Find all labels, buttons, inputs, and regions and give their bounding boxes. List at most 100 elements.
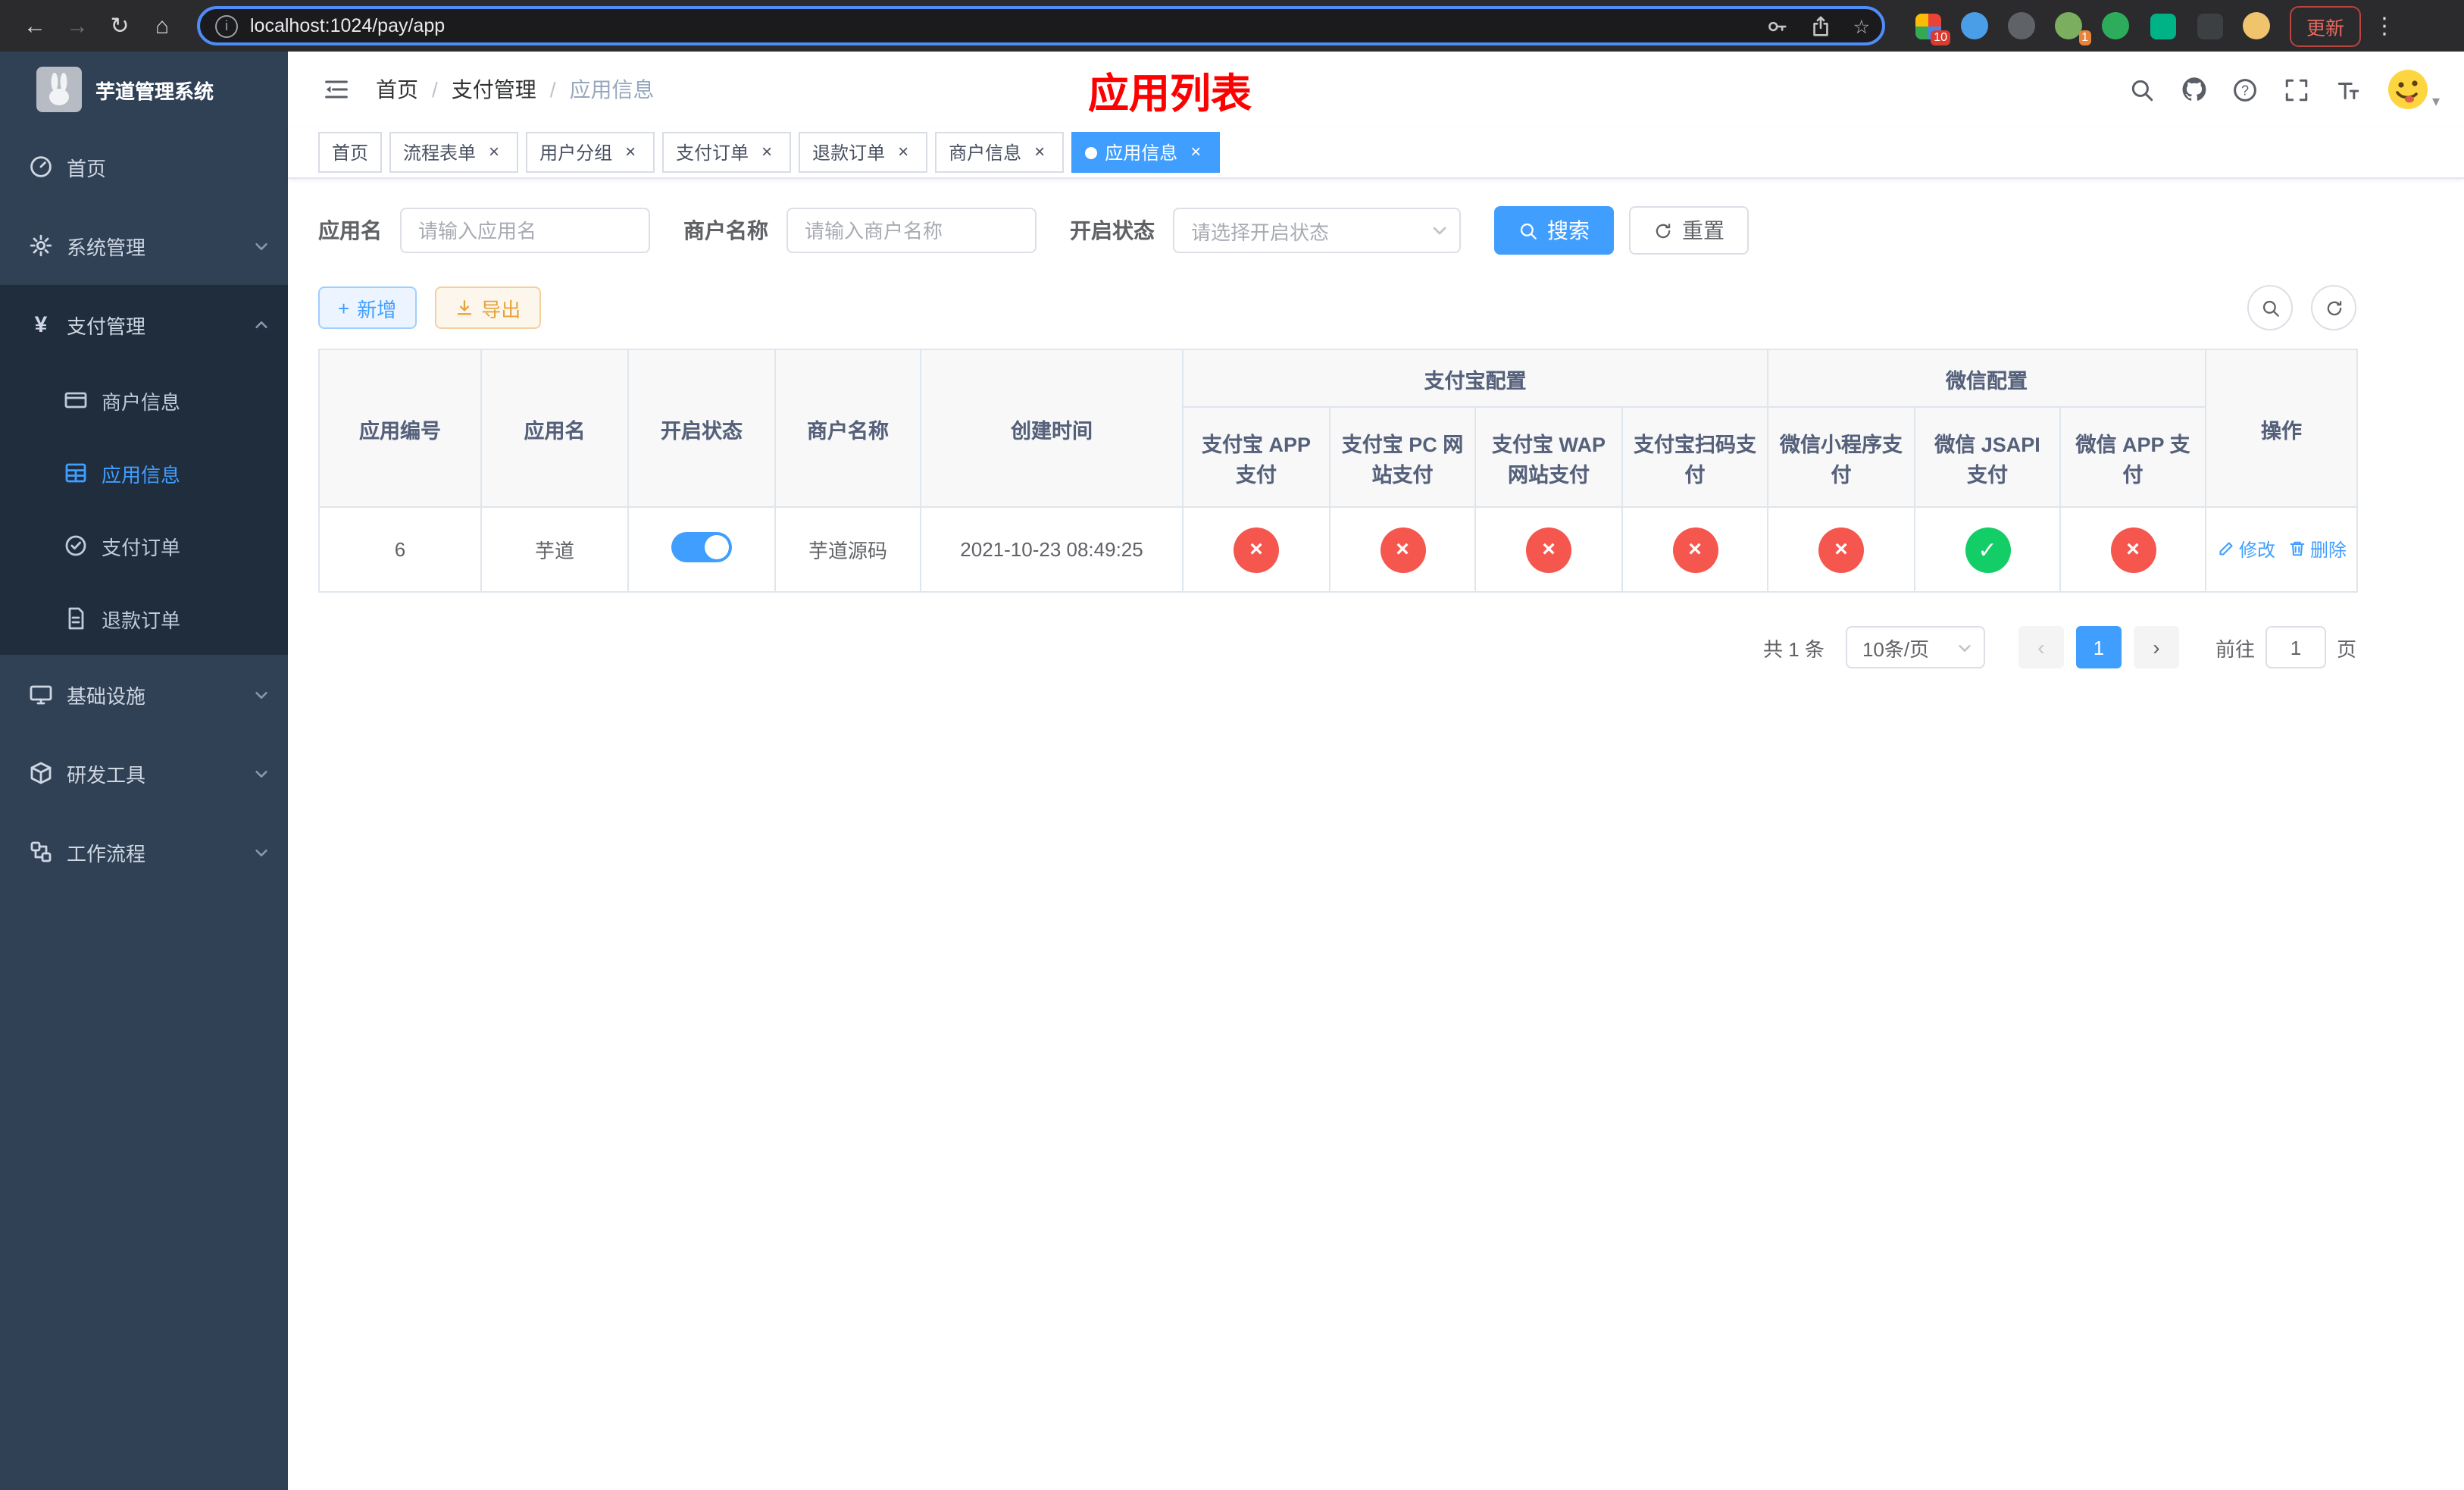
- grid-icon: [64, 461, 88, 485]
- font-size-icon[interactable]: [2335, 76, 2362, 103]
- group-alipay-config: 支付宝配置: [1182, 349, 1768, 408]
- alipay-pc-disabled-icon: ×: [1380, 527, 1425, 572]
- cell-created: 2021-10-23 08:49:25: [920, 506, 1184, 593]
- page-title: 应用列表: [1088, 70, 1252, 116]
- tab-app-info[interactable]: 应用信息 ×: [1071, 132, 1221, 173]
- col-alipay-pc: 支付宝 PC 网站支付: [1329, 406, 1476, 508]
- col-merchant: 商户名称: [774, 349, 921, 508]
- card-icon: [64, 388, 88, 412]
- status-select-input[interactable]: [1173, 208, 1461, 253]
- delete-link[interactable]: 删除: [2287, 537, 2347, 562]
- sidebar-item-dev-tools[interactable]: 研发工具: [0, 734, 288, 812]
- tab-payment-orders[interactable]: 支付订单 ×: [662, 132, 792, 173]
- help-icon[interactable]: ?: [2232, 76, 2259, 103]
- sidebar-item-infrastructure[interactable]: 基础设施: [0, 655, 288, 734]
- sidebar-item-app-info[interactable]: 应用信息: [0, 437, 288, 509]
- toggle-search-button[interactable]: [2247, 285, 2293, 330]
- merchant-name-label: 商户名称: [683, 218, 768, 243]
- dark-square-extension-icon[interactable]: [2194, 11, 2225, 41]
- col-wechat-lite: 微信小程序支付: [1767, 406, 1915, 508]
- tab-close-icon[interactable]: ×: [1185, 141, 1206, 163]
- back-icon[interactable]: ←: [15, 6, 55, 45]
- share-icon[interactable]: [1809, 14, 1832, 37]
- merchant-name-input[interactable]: [786, 208, 1037, 253]
- address-bar[interactable]: i localhost:1024/pay/app ☆: [197, 6, 1885, 45]
- tab-merchant-info[interactable]: 商户信息 ×: [935, 132, 1065, 173]
- app-logo[interactable]: 芋道管理系统: [0, 52, 288, 127]
- app-name-input[interactable]: [400, 208, 650, 253]
- sidebar: 芋道管理系统 首页 系统管理 ¥ 支付管理 商户信息 应用信息 支付订单 退款订…: [0, 52, 288, 1490]
- page-1-button[interactable]: 1: [2075, 626, 2122, 668]
- sidebar-item-refund-orders[interactable]: 退款订单: [0, 582, 288, 655]
- reload-icon[interactable]: ↻: [100, 6, 139, 45]
- chevron-up-icon: [255, 321, 267, 328]
- green-square-extension-icon[interactable]: [2147, 11, 2178, 41]
- sidebar-fold-icon[interactable]: [321, 74, 352, 105]
- plus-icon: +: [338, 296, 350, 319]
- reset-button[interactable]: 重置: [1629, 206, 1749, 255]
- tab-close-icon[interactable]: ×: [483, 141, 505, 163]
- bookmark-star-icon[interactable]: ☆: [1853, 14, 1870, 37]
- search-icon[interactable]: [2129, 76, 2156, 103]
- breadcrumb-separator: /: [549, 77, 556, 102]
- goto-page-input[interactable]: [2265, 626, 2326, 668]
- tab-user-group[interactable]: 用户分组 ×: [526, 132, 655, 173]
- col-alipay-app: 支付宝 APP 支付: [1182, 406, 1330, 508]
- status-toggle[interactable]: [671, 532, 732, 562]
- wechat-app-disabled-icon: ×: [2110, 527, 2156, 572]
- add-button[interactable]: + 新增: [318, 286, 417, 329]
- tab-close-icon[interactable]: ×: [893, 141, 914, 163]
- url-text[interactable]: localhost:1024/pay/app: [250, 15, 1744, 36]
- app-name-label: 应用名: [318, 218, 382, 243]
- monitor-icon: [29, 682, 53, 706]
- trash-icon: [2289, 542, 2304, 556]
- forward-icon[interactable]: →: [58, 6, 97, 45]
- page-size-select[interactable]: 10条/页: [1845, 626, 1985, 668]
- breadcrumb-home[interactable]: 首页: [376, 74, 418, 105]
- sidebar-item-system[interactable]: 系统管理: [0, 206, 288, 285]
- fullscreen-icon[interactable]: [2284, 76, 2311, 103]
- edit-link[interactable]: 修改: [2216, 537, 2275, 562]
- sidebar-item-payment[interactable]: ¥ 支付管理: [0, 285, 288, 364]
- sidebar-item-workflow[interactable]: 工作流程: [0, 812, 288, 891]
- browser-menu-icon[interactable]: ⋮: [2373, 12, 2396, 39]
- user-avatar[interactable]: ▾: [2387, 68, 2440, 111]
- extensions-grid-icon[interactable]: 10: [1912, 11, 1950, 45]
- wechat-lite-disabled-icon: ×: [1818, 527, 1864, 572]
- next-page-button[interactable]: ›: [2133, 626, 2179, 668]
- sidebar-item-home[interactable]: 首页: [0, 127, 288, 206]
- github-icon[interactable]: [2181, 76, 2208, 103]
- profile-extension-icon[interactable]: 1: [2053, 11, 2091, 45]
- screen: ← → ↻ ⌂ i localhost:1024/pay/app ☆ 10 1 …: [0, 0, 2464, 1490]
- browser-update-button[interactable]: 更新: [2290, 5, 2362, 46]
- sidebar-item-merchant-info[interactable]: 商户信息: [0, 364, 288, 437]
- sidebar-item-payment-orders[interactable]: 支付订单: [0, 509, 288, 582]
- green-circle-extension-icon[interactable]: [2100, 11, 2131, 41]
- tab-process-form[interactable]: 流程表单 ×: [389, 132, 519, 173]
- dark-circle-extension-icon[interactable]: [2006, 11, 2037, 41]
- navbar-actions: ? ▾: [2129, 68, 2440, 111]
- face-extension-icon[interactable]: [2241, 11, 2272, 41]
- blue-drop-extension-icon[interactable]: [1959, 11, 1990, 41]
- prev-page-button[interactable]: ‹: [2018, 626, 2064, 668]
- tab-close-icon[interactable]: ×: [620, 141, 641, 163]
- home-icon[interactable]: ⌂: [142, 6, 182, 45]
- tab-close-icon[interactable]: ×: [1029, 141, 1050, 163]
- export-button[interactable]: 导出: [434, 286, 541, 329]
- refresh-icon: [1656, 223, 1671, 238]
- refresh-table-button[interactable]: [2311, 285, 2356, 330]
- password-key-icon[interactable]: [1765, 14, 1788, 37]
- status-select[interactable]: 请选择开启状态: [1173, 208, 1461, 253]
- refresh-icon: [2326, 300, 2341, 315]
- cell-app-name: 芋道: [480, 506, 629, 593]
- site-info-icon[interactable]: i: [215, 14, 238, 37]
- pagination-total: 共 1 条: [1763, 637, 1825, 660]
- app-title: 芋道管理系统: [95, 80, 214, 102]
- sidebar-group-payment: ¥ 支付管理 商户信息 应用信息 支付订单 退款订单: [0, 285, 288, 655]
- alipay-app-disabled-icon: ×: [1234, 527, 1279, 572]
- tab-close-icon[interactable]: ×: [756, 141, 777, 163]
- search-button[interactable]: 搜索: [1494, 206, 1614, 255]
- tab-refund-orders[interactable]: 退款订单 ×: [799, 132, 928, 173]
- breadcrumb-payment[interactable]: 支付管理: [452, 74, 536, 105]
- tab-home[interactable]: 首页: [318, 132, 383, 173]
